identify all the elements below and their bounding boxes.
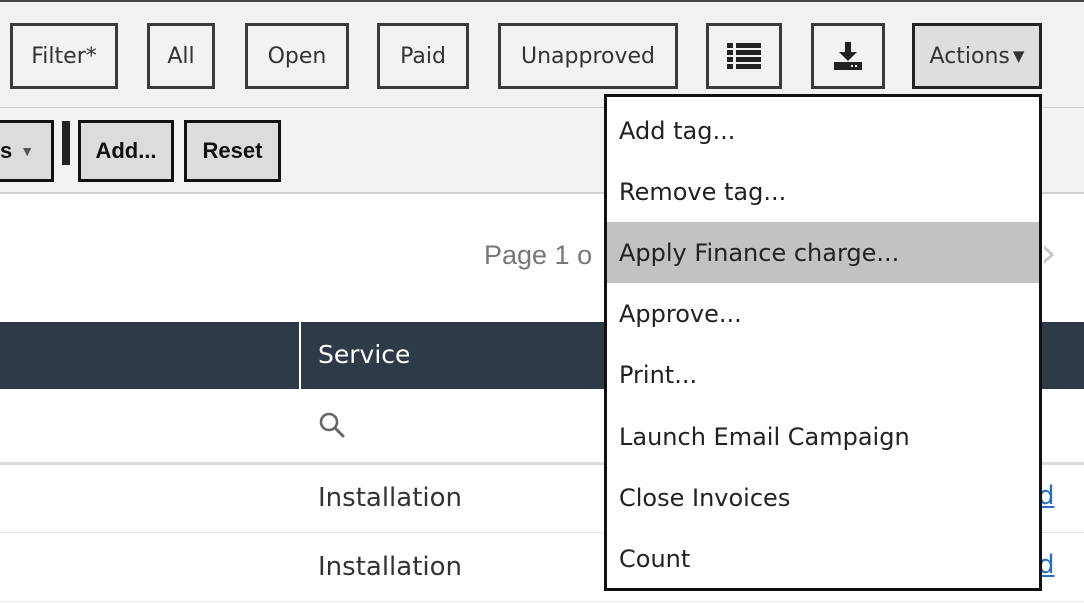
menu-item-label: Close Invoices [619, 483, 791, 512]
menu-item-remove-tag[interactable]: Remove tag... [607, 161, 1039, 222]
menu-item-label: Add tag... [619, 116, 736, 145]
all-button[interactable]: All [147, 23, 215, 89]
download-button[interactable] [811, 23, 885, 89]
divider [62, 121, 70, 165]
chevron-down-icon: ▼ [20, 143, 35, 159]
open-button-label: Open [267, 43, 327, 69]
menu-item-label: Count [619, 544, 691, 573]
column-header-service[interactable]: Service [318, 340, 410, 369]
paid-button-label: Paid [400, 43, 446, 69]
unapproved-button-label: Unapproved [521, 43, 655, 69]
search-icon[interactable] [318, 411, 346, 443]
service-cell: Installation [318, 552, 463, 582]
list-icon [727, 43, 761, 69]
download-icon [833, 42, 863, 70]
menu-item-close-invoices[interactable]: Close Invoices [607, 467, 1039, 528]
actions-menu: Add tag... Remove tag... Apply Finance c… [604, 94, 1042, 591]
next-page-chevron-icon[interactable]: › [1040, 228, 1057, 277]
unapproved-button[interactable]: Unapproved [498, 23, 678, 89]
filter-button[interactable]: Filter* [10, 23, 118, 89]
paid-button[interactable]: Paid [377, 23, 469, 89]
chevron-down-icon: ▼ [1012, 47, 1025, 65]
menu-item-label: Print... [619, 360, 698, 389]
reset-button[interactable]: Reset [184, 120, 281, 182]
menu-item-apply-finance-charge[interactable]: Apply Finance charge... [607, 222, 1039, 283]
open-button[interactable]: Open [245, 23, 349, 89]
list-view-button[interactable] [706, 23, 782, 89]
actions-button[interactable]: Actions ▼ [912, 23, 1042, 89]
menu-item-label: Launch Email Campaign [619, 422, 910, 451]
column-divider [299, 322, 301, 389]
reset-button-label: Reset [202, 138, 263, 163]
page-indicator: Page 1 o [484, 240, 593, 270]
all-button-label: All [167, 43, 195, 69]
menu-item-print[interactable]: Print... [607, 344, 1039, 405]
menu-item-label: Apply Finance charge... [619, 238, 900, 267]
add-button[interactable]: Add... [78, 120, 174, 182]
menu-item-label: Approve... [619, 299, 742, 328]
filter-toolbar: Filter* All Open Paid Unapproved Actions… [0, 0, 1084, 108]
menu-item-label: Remove tag... [619, 177, 787, 206]
filter-button-label: Filter* [31, 43, 97, 69]
menu-item-launch-email-campaign[interactable]: Launch Email Campaign [607, 406, 1039, 467]
actions-button-label: Actions [929, 43, 1010, 69]
menu-item-count[interactable]: Count [607, 528, 1039, 589]
menu-item-approve[interactable]: Approve... [607, 283, 1039, 344]
add-button-label: Add... [95, 138, 157, 163]
service-cell: Installation [318, 483, 463, 513]
columns-dropdown-button[interactable]: s ▼ [0, 120, 54, 182]
columns-dropdown-label: s [0, 138, 13, 163]
menu-item-add-tag[interactable]: Add tag... [607, 100, 1039, 161]
